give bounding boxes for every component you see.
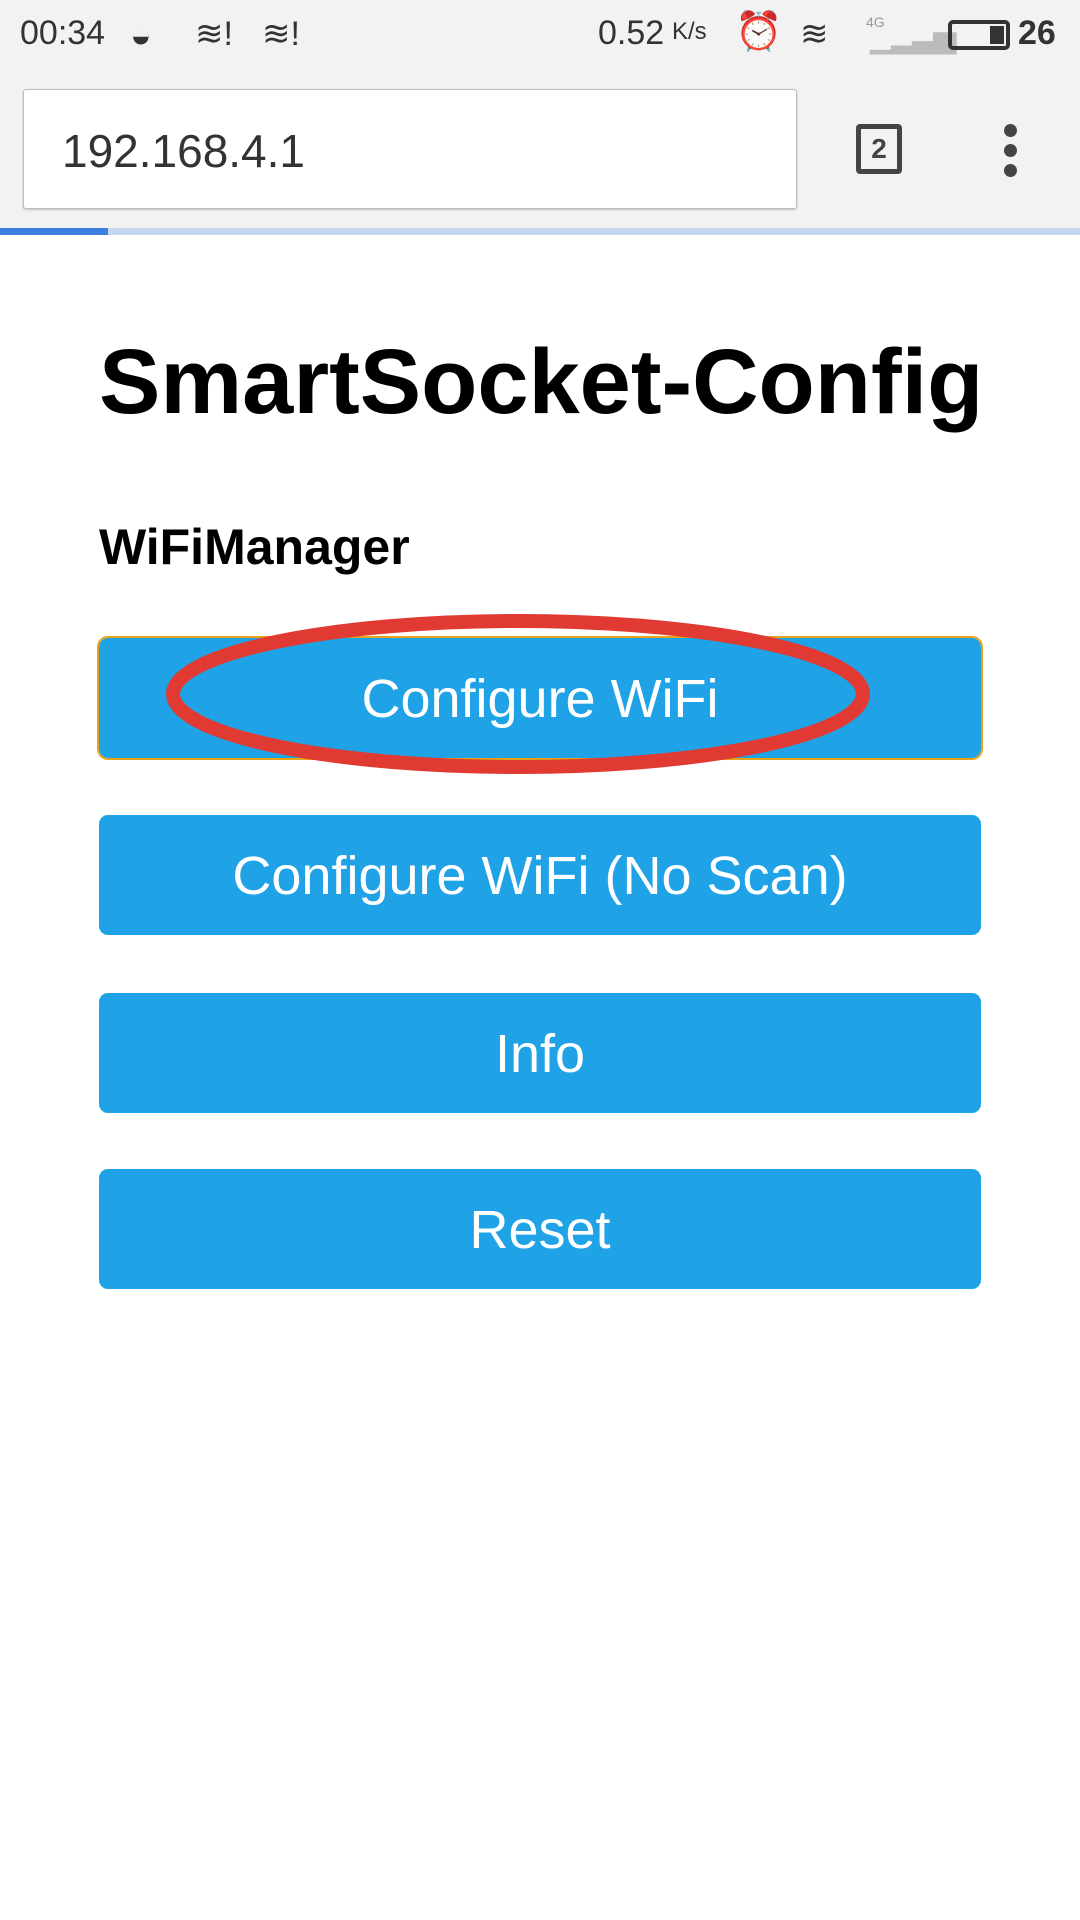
wifi-warning-icon-2: ≋! <box>262 15 300 53</box>
tab-switcher-button[interactable]: 2 <box>856 124 902 174</box>
notification-icon: ◒ <box>130 14 152 55</box>
configure-wifi-no-scan-button[interactable]: Configure WiFi (No Scan) <box>99 815 981 935</box>
red-highlight-annotation <box>166 614 870 774</box>
wifi-icon: ≋ <box>800 15 829 53</box>
status-bar: 00:34 ◒ ≋! ≋! 0.52 K/s ⏰ ≋ 4G ▁▂▃▅ 26 <box>0 0 1080 72</box>
signal-icon: ▁▂▃▅ <box>870 21 956 54</box>
battery-level: 26 <box>1018 14 1056 52</box>
info-button[interactable]: Info <box>99 993 981 1113</box>
page-subtitle: WiFiManager <box>99 519 410 575</box>
clock: 00:34 <box>20 14 106 52</box>
overflow-menu-icon[interactable] <box>1000 124 1020 180</box>
wifi-warning-icon: ≋! <box>195 15 233 53</box>
page-title: SmartSocket-Config <box>99 331 984 433</box>
page-load-progress <box>0 228 1080 235</box>
net-speed: 0.52 <box>598 14 665 52</box>
alarm-icon: ⏰ <box>735 11 783 53</box>
net-speed-unit: K/s <box>672 18 707 45</box>
url-text: 192.168.4.1 <box>62 125 306 177</box>
browser-toolbar: 192.168.4.1 2 <box>0 72 1080 228</box>
reset-button[interactable]: Reset <box>99 1169 981 1289</box>
battery-icon <box>948 20 1010 50</box>
configure-wifi-button[interactable]: Configure WiFi <box>97 636 983 760</box>
url-bar[interactable]: 192.168.4.1 <box>23 89 797 209</box>
